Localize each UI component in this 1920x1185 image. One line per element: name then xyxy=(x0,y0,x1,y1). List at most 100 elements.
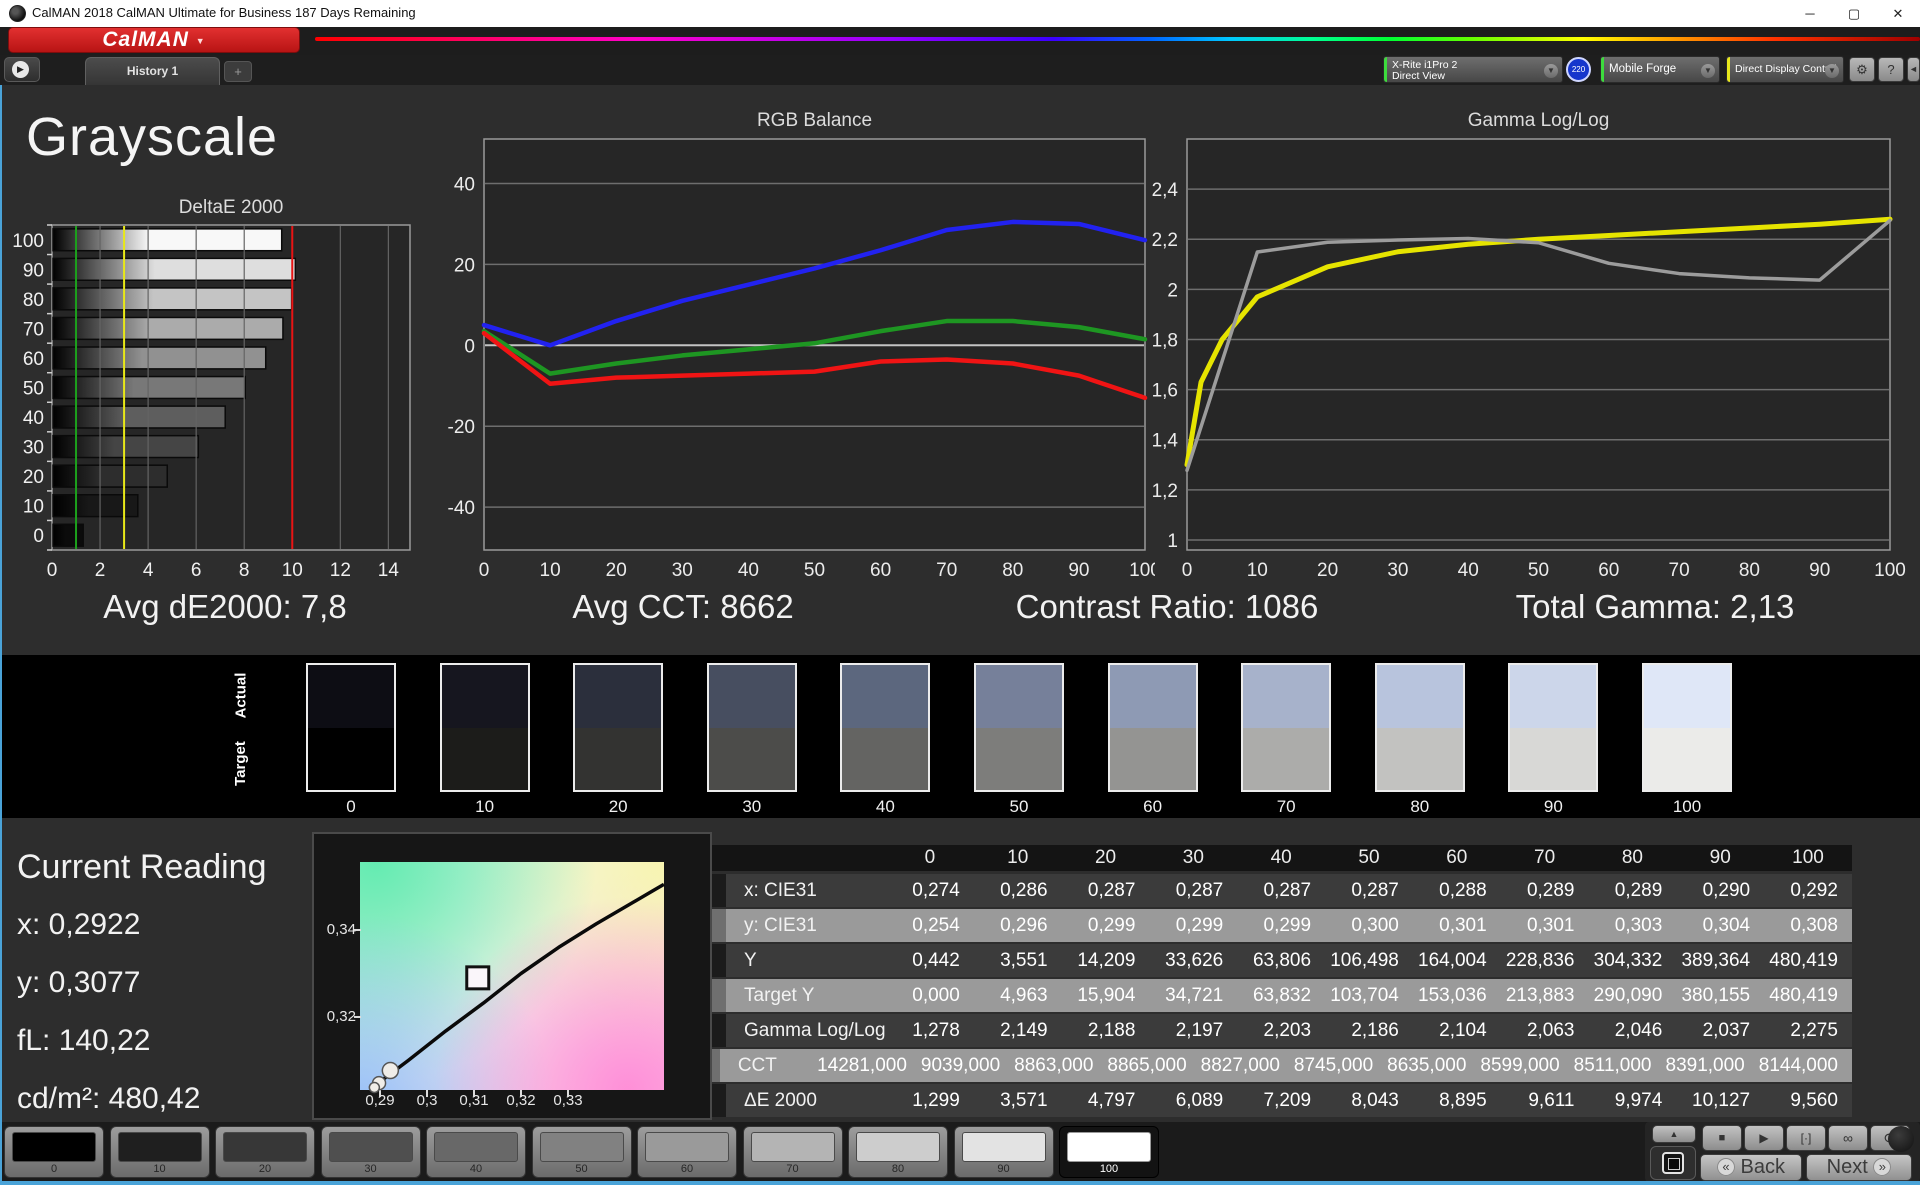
delta-e-xtick-label: 12 xyxy=(330,560,351,581)
table-cell: 0,288 xyxy=(1439,880,1487,901)
minimize-button[interactable]: ─ xyxy=(1788,0,1832,27)
level-button-100[interactable]: 100 xyxy=(1059,1126,1159,1178)
continuous-measure-button[interactable]: ∞ xyxy=(1828,1125,1868,1151)
table-cell: 8863,000 xyxy=(1014,1055,1094,1076)
next-arrow-icon: » xyxy=(1873,1158,1892,1176)
swatch-level-label: 90 xyxy=(1543,797,1563,816)
window-title: CalMAN 2018 CalMAN Ultimate for Business… xyxy=(32,5,416,20)
table-cell: 8,043 xyxy=(1351,1090,1399,1111)
table-cell: 10,127 xyxy=(1692,1090,1751,1111)
table-column-header: 0 xyxy=(924,847,936,868)
level-button-10[interactable]: 10 xyxy=(109,1126,210,1178)
level-button-label: 90 xyxy=(997,1163,1010,1175)
table-cell: 8827,000 xyxy=(1200,1055,1280,1076)
table-column-header: 60 xyxy=(1446,847,1468,868)
table-gutter xyxy=(712,1084,726,1117)
meter-dropdown[interactable]: X-Rite i1Pro 2 Direct View ▼ xyxy=(1383,56,1563,83)
gamma-xtick-label: 60 xyxy=(1598,560,1619,581)
level-button-20[interactable]: 20 xyxy=(215,1126,315,1178)
gamma-xtick-label: 50 xyxy=(1528,560,1549,581)
grayscale-swatch-10 xyxy=(439,663,530,792)
stop-button[interactable]: ■ xyxy=(1702,1125,1742,1151)
level-button-90[interactable]: 90 xyxy=(953,1126,1054,1178)
next-label: Next xyxy=(1826,1156,1868,1178)
table-cell: 0,287 xyxy=(1087,880,1136,901)
gamma-xtick-label: 10 xyxy=(1247,560,1268,581)
table-cell: 0,254 xyxy=(912,915,960,936)
level-button-0[interactable]: 0 xyxy=(4,1126,104,1178)
level-button-label: 80 xyxy=(891,1163,905,1175)
rainbow-accent-bar xyxy=(315,37,1920,41)
level-button-60[interactable]: 60 xyxy=(637,1126,737,1178)
level-button-40[interactable]: 40 xyxy=(426,1126,526,1178)
settings-button[interactable]: ⚙ xyxy=(1849,57,1875,82)
help-button[interactable]: ? xyxy=(1878,57,1904,82)
tab-history-1[interactable]: History 1 xyxy=(85,57,220,85)
window-accent-left xyxy=(0,85,2,1185)
actual-swatch xyxy=(1376,665,1463,728)
grayscale-swatch-0 xyxy=(306,663,396,792)
source-dropdown[interactable]: Mobile Forge ▼ xyxy=(1600,56,1720,83)
stat-avg-de2000: Avg dE2000: 7,8 xyxy=(103,588,347,625)
actual-swatch xyxy=(441,665,528,728)
gamma-ytick-label: 2,4 xyxy=(1152,180,1179,201)
level-swatch xyxy=(117,1132,202,1162)
logo-caret-icon: ▼ xyxy=(195,36,206,46)
table-cell: 0,286 xyxy=(1000,880,1048,901)
maximize-button[interactable]: ▢ xyxy=(1832,0,1876,27)
delta-e-xtick-label: 0 xyxy=(47,560,58,581)
gamma-xtick-label: 40 xyxy=(1458,560,1479,581)
level-button-70[interactable]: 70 xyxy=(742,1126,843,1178)
table-cell: 0,000 xyxy=(912,985,960,1006)
workflow-dropdown[interactable]: Direct Display Control ▼ xyxy=(1726,56,1844,83)
meter-badge[interactable]: 220 xyxy=(1566,57,1591,82)
level-button-30[interactable]: 30 xyxy=(320,1126,421,1178)
actual-swatch xyxy=(842,665,929,728)
delta-e-bar-100 xyxy=(52,228,283,252)
level-button-label: 100 xyxy=(1099,1163,1119,1175)
single-measure-button[interactable]: [·] xyxy=(1786,1125,1826,1151)
target-swatch xyxy=(1109,727,1196,790)
swatch-level-label: 10 xyxy=(475,797,495,816)
calman-logo-menu[interactable]: CalMAN ▼ xyxy=(8,27,300,53)
table-cell: 228,836 xyxy=(1505,950,1575,971)
collapse-panel-button[interactable]: ◄ xyxy=(1907,57,1920,82)
close-button[interactable]: ✕ xyxy=(1876,0,1920,27)
stop-measure-button[interactable] xyxy=(1650,1146,1696,1180)
add-tab-button[interactable]: + xyxy=(224,61,252,82)
tab-scroll-play-icon: ▶ xyxy=(12,61,29,78)
table-cell: 7,209 xyxy=(1263,1090,1312,1111)
scroll-up-button[interactable]: ▲ xyxy=(1652,1125,1696,1143)
delta-e-bar-70 xyxy=(52,316,284,341)
level-button-label: 70 xyxy=(786,1163,799,1175)
table-gutter xyxy=(712,944,726,977)
rgb_balance-xtick-label: 50 xyxy=(804,560,825,581)
delta-e-bar-40 xyxy=(52,405,226,429)
grayscale-swatch-70 xyxy=(1241,663,1332,792)
table-cell: 0,299 xyxy=(1263,915,1312,936)
table-cell: 2,046 xyxy=(1614,1020,1663,1041)
table-cell: 2,037 xyxy=(1702,1020,1751,1041)
back-button[interactable]: « Back xyxy=(1700,1154,1802,1181)
next-button[interactable]: Next » xyxy=(1806,1154,1912,1181)
level-button-80[interactable]: 80 xyxy=(848,1126,948,1178)
table-column-header: 70 xyxy=(1534,847,1556,868)
table-cell: 0,274 xyxy=(912,880,960,901)
brand-bar: CalMAN ▼ xyxy=(0,27,1920,55)
single-measure-icon: [·] xyxy=(1800,1131,1812,1145)
table-cell: 0,296 xyxy=(1000,915,1048,936)
table-cell: 0,287 xyxy=(1263,880,1312,901)
rgb-balance-chart: 40200-20-400102030405060708090100 xyxy=(440,118,1161,598)
gamma-xtick-label: 100 xyxy=(1874,560,1906,581)
gamma-xtick-label: 90 xyxy=(1809,560,1830,581)
table-cell: 0,299 xyxy=(1087,915,1136,936)
reading-fl: fL: 140,22 xyxy=(17,1024,151,1057)
tab-scroll-button[interactable]: ▶ xyxy=(4,57,40,82)
target-swatch xyxy=(708,727,795,790)
swatch-level-label: 0 xyxy=(346,797,356,816)
level-button-50[interactable]: 50 xyxy=(531,1126,632,1178)
table-cell: 8599,000 xyxy=(1480,1055,1560,1076)
rgb_balance-svg: 40200-20-400102030405060708090100 xyxy=(448,138,1161,581)
table-cell: 2,203 xyxy=(1263,1020,1312,1041)
play-button[interactable]: ▶ xyxy=(1744,1125,1784,1151)
